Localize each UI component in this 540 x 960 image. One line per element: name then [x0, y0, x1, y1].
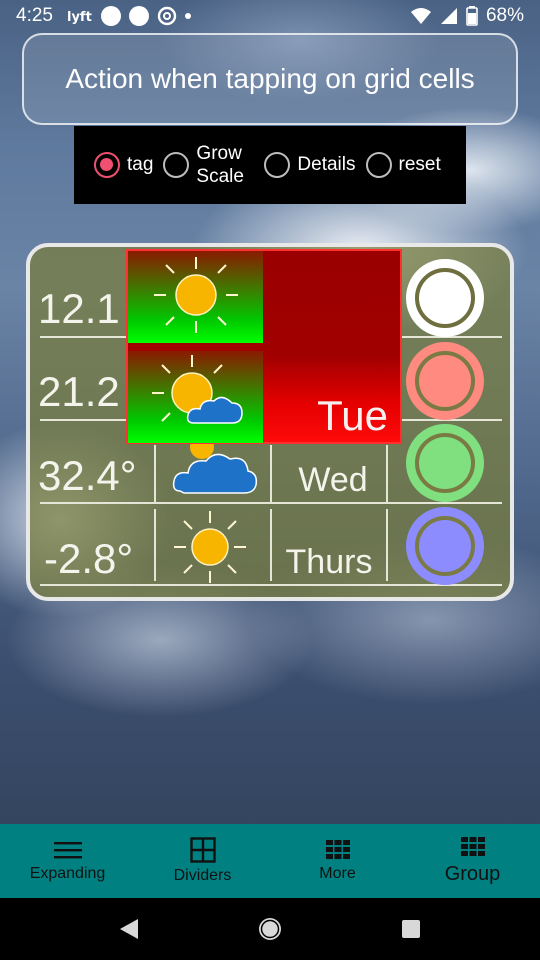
tagged-cell[interactable] [128, 351, 263, 443]
notification-icons: lyft [67, 6, 191, 26]
hamburger-icon [53, 842, 82, 859]
nav-item-more[interactable]: More [270, 824, 405, 898]
ring-fill [419, 437, 471, 489]
lyft-icon: lyft [67, 10, 92, 24]
status-bar: 4:25 lyft 68% [0, 0, 540, 32]
radio-button-checked[interactable] [94, 152, 120, 178]
radio-option-reset[interactable]: reset [365, 152, 441, 178]
status-ring[interactable] [406, 342, 484, 420]
back-icon[interactable] [118, 917, 140, 941]
radio-label: reset [398, 154, 441, 175]
wifi-icon [410, 8, 431, 24]
battery-percent: 68% [485, 5, 524, 26]
signal-icon [440, 8, 457, 24]
expanded-day-label: Tue [317, 392, 388, 439]
grid-cell-temp[interactable]: 32.4° [38, 452, 158, 500]
nav-label: More [319, 865, 356, 882]
status-right: 68% [410, 5, 524, 27]
status-time: 4:25 [16, 5, 53, 26]
tagged-cell[interactable] [128, 251, 263, 343]
status-ring[interactable] [406, 259, 484, 337]
sun-icon [174, 511, 246, 583]
ring-fill [419, 520, 471, 572]
at-icon [157, 6, 177, 26]
sun-icon [154, 257, 238, 333]
page-title: Action when tapping on grid cells [65, 63, 475, 94]
grid-cell-icon[interactable] [166, 433, 270, 513]
radio-label: tag [127, 154, 154, 175]
circle-icon [128, 6, 149, 26]
status-ring[interactable] [406, 507, 484, 585]
nav-label: Dividers [173, 867, 232, 884]
grid-cell-day[interactable]: Wed [274, 461, 392, 500]
radio-option-grow-scale[interactable]: Grow Scale [163, 142, 254, 188]
nav-label: Group [444, 862, 501, 885]
circle-icon [100, 6, 121, 26]
recents-icon[interactable] [400, 918, 422, 940]
nav-label: Expanding [29, 865, 106, 882]
svg-text:lyft: lyft [67, 10, 92, 24]
home-icon[interactable] [257, 916, 283, 942]
grid-cell-icon[interactable] [170, 509, 274, 589]
radio-label: Grow Scale [196, 143, 244, 187]
action-radio-group: tag Grow Scale Details reset [74, 126, 466, 204]
dot-icon [184, 13, 191, 19]
grid-cell-temp[interactable]: -2.8° [44, 535, 164, 583]
grid-2x2-icon [189, 837, 216, 863]
grid-3x3-icon [460, 836, 485, 856]
radio-button[interactable] [264, 152, 291, 178]
status-ring[interactable] [406, 424, 484, 502]
ring-fill [419, 355, 471, 407]
radio-button[interactable] [365, 152, 392, 178]
bottom-navigation: Expanding Dividers More Group [0, 824, 540, 898]
action-title-box: Action when tapping on grid cells [22, 33, 518, 125]
ring-fill [419, 272, 471, 324]
expanded-grid-cell[interactable]: Tue [126, 249, 402, 444]
radio-option-details[interactable]: Details [264, 152, 356, 178]
grid-cell-day[interactable]: Thurs [270, 543, 388, 582]
sun-cloud-icon [152, 355, 243, 424]
radio-button[interactable] [163, 152, 190, 178]
column-divider [270, 445, 272, 503]
nav-item-group[interactable]: Group [405, 824, 540, 898]
nav-item-dividers[interactable]: Dividers [135, 824, 270, 898]
system-navigation-bar [0, 898, 540, 960]
nav-item-expanding[interactable]: Expanding [0, 824, 135, 898]
grid-3x3-icon [325, 840, 350, 859]
weather-grid: 12.1 21.2 32.4° -2.8° Wed Thurs Tue [26, 243, 514, 601]
radio-label: Details [297, 154, 356, 175]
radio-option-tag[interactable]: tag [94, 152, 153, 178]
battery-icon [466, 6, 478, 26]
